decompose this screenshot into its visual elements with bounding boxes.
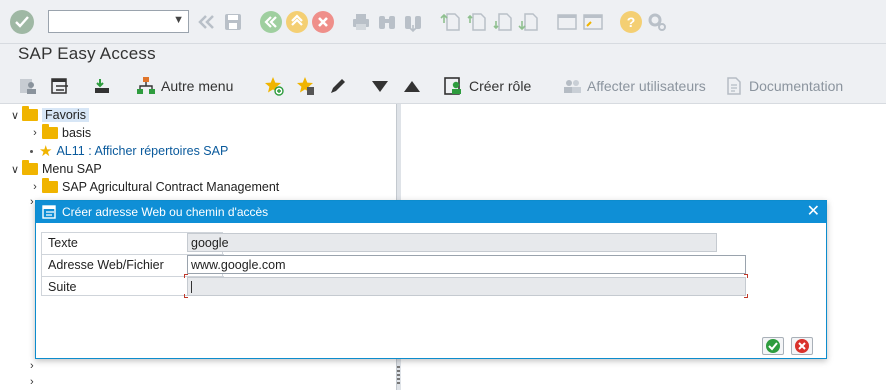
back-icon[interactable] — [196, 11, 218, 33]
find-next-icon[interactable] — [402, 11, 424, 33]
other-menu-button[interactable]: Autre menu — [136, 75, 233, 97]
create-role-button[interactable]: Créer rôle — [444, 75, 531, 97]
command-field[interactable]: ▼ — [48, 10, 189, 33]
settings-icon[interactable] — [646, 11, 668, 33]
folder-icon — [42, 178, 58, 193]
move-up-button[interactable] — [402, 75, 422, 97]
help-icon[interactable]: ? — [620, 11, 642, 33]
collapse-icon[interactable]: ∨ — [8, 109, 22, 122]
required-marker — [184, 294, 188, 298]
create-web-address-dialog: Créer adresse Web ou chemin d'accès ✕ Te… — [35, 200, 827, 359]
prev-page-icon[interactable] — [466, 11, 488, 33]
save-icon[interactable] — [222, 11, 244, 33]
chevron-down-icon[interactable]: ▼ — [173, 14, 184, 26]
star-add-icon — [265, 77, 284, 96]
texte-label: Texte — [48, 236, 78, 250]
dialog-header: Créer adresse Web ou chemin d'accès ✕ — [36, 201, 826, 223]
folder-icon — [42, 124, 58, 139]
star-delete-icon — [297, 77, 314, 95]
text-cursor — [191, 281, 192, 293]
first-page-icon[interactable] — [440, 11, 462, 33]
star-icon: ★ — [39, 142, 53, 160]
user-menu-button[interactable] — [18, 75, 38, 97]
tree-node-menu-sap[interactable]: ∨ Menu SAP — [8, 160, 102, 178]
suite-label: Suite — [48, 280, 77, 294]
checkmark-icon — [766, 339, 780, 353]
add-to-favorites-button[interactable] — [92, 75, 112, 97]
title-bar: SAP Easy Access — [0, 44, 886, 68]
folder-icon — [22, 106, 38, 121]
expand-icon[interactable]: › — [30, 360, 34, 372]
confirm-button[interactable] — [762, 337, 784, 355]
cancel-icon[interactable] — [312, 11, 334, 33]
application-toolbar: Autre menu Créer rôle Affecter utilisate… — [0, 68, 886, 104]
sap-menu-icon — [51, 78, 68, 94]
page-title: SAP Easy Access — [18, 44, 156, 63]
texte-field[interactable]: google — [187, 233, 717, 252]
arrow-down-icon — [95, 79, 109, 93]
tree-node-basis[interactable]: › basis — [28, 124, 91, 142]
user-menu-icon — [20, 79, 36, 94]
change-favorite-button[interactable] — [328, 75, 348, 97]
find-icon[interactable] — [376, 11, 398, 33]
hierarchy-icon — [136, 76, 156, 96]
expand-icon[interactable]: › — [30, 196, 34, 208]
system-toolbar: ▼ ? — [0, 0, 886, 44]
expand-icon[interactable]: › — [28, 181, 42, 193]
expand-icon[interactable]: › — [28, 127, 42, 139]
move-down-button[interactable] — [370, 75, 390, 97]
suite-field[interactable] — [187, 277, 746, 296]
adresse-label: Adresse Web/Fichier — [48, 258, 164, 272]
enter-icon[interactable] — [10, 10, 34, 34]
assign-users-button[interactable]: Affecter utilisateurs — [562, 75, 706, 97]
dialog-title: Créer adresse Web ou chemin d'accès — [62, 205, 269, 219]
last-page-icon[interactable] — [518, 11, 540, 33]
documentation-button[interactable]: Documentation — [724, 75, 843, 97]
tree-node-agricultural[interactable]: › SAP Agricultural Contract Management — [28, 178, 279, 196]
document-icon — [724, 76, 744, 96]
users-icon — [562, 76, 582, 96]
dialog-icon — [42, 205, 58, 219]
tree-node-al11[interactable]: ★ AL11 : Afficher répertoires SAP — [26, 142, 228, 160]
print-icon[interactable] — [350, 11, 372, 33]
splitter-grip[interactable] — [397, 366, 400, 386]
expand-icon[interactable]: › — [30, 376, 34, 388]
cancel-icon — [795, 339, 809, 353]
role-icon — [444, 76, 464, 96]
folder-icon — [22, 160, 38, 175]
close-icon[interactable]: ✕ — [807, 203, 820, 221]
exit-icon[interactable] — [286, 11, 308, 33]
pencil-icon — [331, 79, 345, 93]
delete-favorite-button[interactable] — [296, 75, 316, 97]
sap-menu-button[interactable] — [50, 75, 70, 97]
tree-node-favoris[interactable]: ∨ Favoris — [8, 106, 89, 124]
cancel-button[interactable] — [791, 337, 813, 355]
triangle-up-icon — [404, 81, 420, 92]
back-green-icon[interactable] — [260, 11, 282, 33]
next-page-icon[interactable] — [492, 11, 514, 33]
required-marker — [744, 294, 748, 298]
required-marker — [184, 274, 188, 278]
adresse-field[interactable]: www.google.com — [187, 255, 746, 274]
new-session-icon[interactable] — [556, 11, 578, 33]
add-favorite-button[interactable] — [264, 75, 284, 97]
triangle-down-icon — [372, 81, 388, 92]
collapse-icon[interactable]: ∨ — [8, 163, 22, 176]
required-marker — [744, 274, 748, 278]
shortcut-icon[interactable] — [582, 11, 604, 33]
